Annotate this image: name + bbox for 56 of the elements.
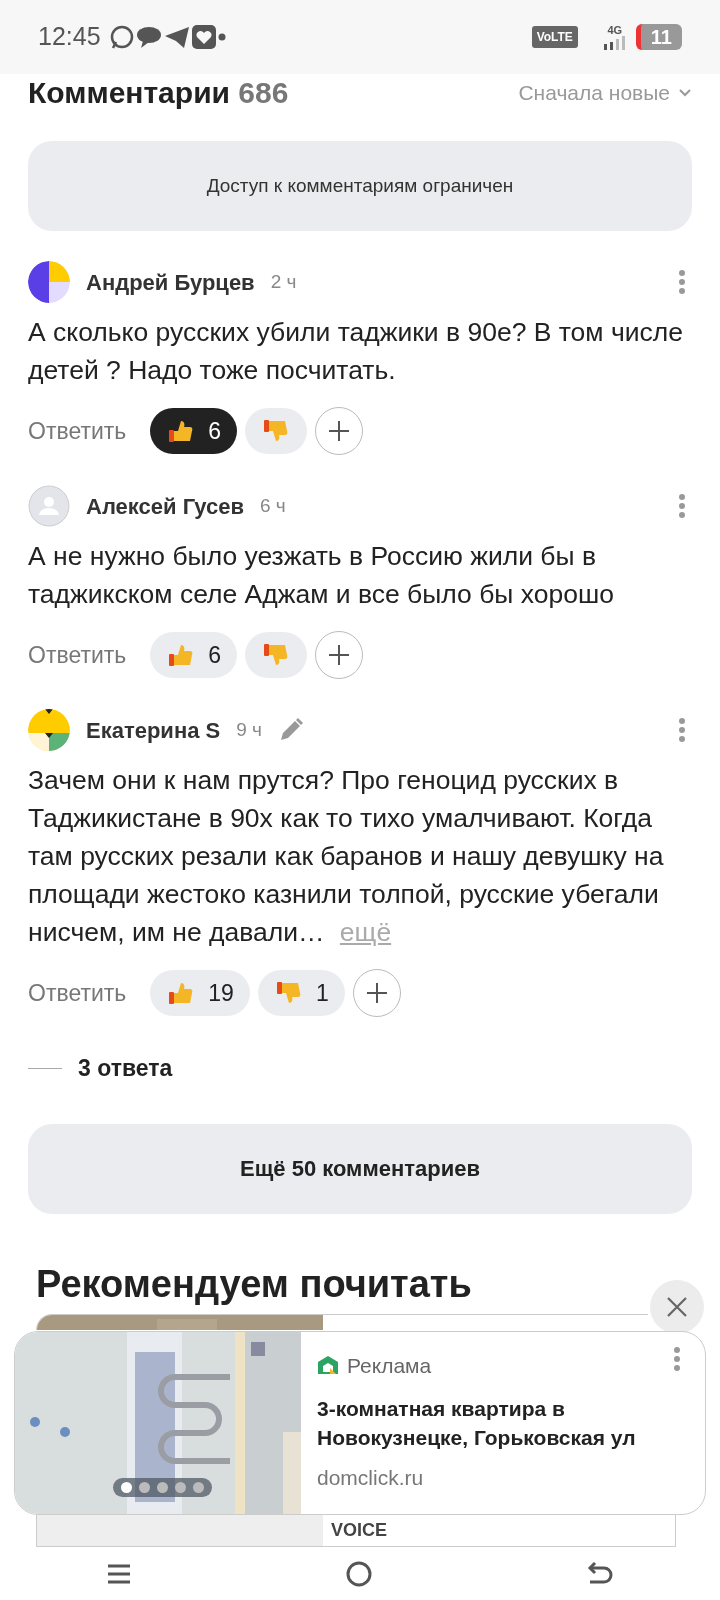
back-icon[interactable] [585,1562,614,1586]
replies-toggle[interactable]: 3 ответа [78,1051,173,1086]
reply-button[interactable]: Ответить [28,975,127,1011]
reply-button[interactable]: Ответить [28,413,127,449]
add-reaction-button[interactable] [315,407,364,455]
ad-label: Реклама [347,1353,432,1379]
menu-icon[interactable] [106,1563,133,1585]
close-icon [666,1296,688,1318]
section-heading: Рекомендуем почитать [36,1261,472,1306]
avatar [28,709,70,751]
carousel-indicator[interactable] [113,1478,212,1497]
close-button[interactable] [650,1280,704,1334]
source-name: VOICE [331,1519,387,1541]
comment-time: 6 ч [259,493,286,518]
speech-bubble-icon [134,24,163,50]
like-button[interactable]: 19 [150,970,250,1016]
comments-title: Комментарии 686 [28,75,289,111]
like-button[interactable]: 6 [150,408,238,454]
chat-icon [108,24,135,50]
author-name[interactable]: Андрей Бурцев [86,265,255,299]
comment-text: А не нужно было уезжать в Россию жили бы в таджикском селе Аджам и все было бы хорошо [28,540,615,611]
network-label: 4G [607,24,623,36]
comment-time: 9 ч [236,717,262,742]
dislike-button[interactable] [245,632,308,678]
author-name[interactable]: Алексей Гусев [86,489,244,523]
author-name[interactable]: Екатерина S [86,713,221,747]
reply-button[interactable]: Ответить [28,637,127,673]
battery-indicator: 11 [635,24,682,50]
add-reaction-button[interactable] [352,969,401,1017]
home-icon[interactable] [345,1560,373,1588]
clock: 12:45 [38,21,101,53]
house-icon [317,1354,339,1377]
notice-banner: Доступ к комментариям ограничен [28,141,692,231]
like-button[interactable]: 6 [150,632,238,678]
signal-icon [601,35,628,50]
comment-text: Зачем они к нам прутся? Про геноцид русских в Таджикистане в 90х как то тихо умалчивают. Когда там русских резали как баранов и нашу девушку на площади жестоко казнили толпой, русские убегали нисчем, им не давали… ещё [28,764,665,949]
plus-icon [365,982,388,1004]
comment-text: А сколько русских убили таджики в 90е? В том числе детей ? Надо тоже посчитать. [28,316,684,387]
ad-banner[interactable]: Реклама 3-комнатная квартира в Новокузнецке, Горьковская ул domclick.ru [14,1331,706,1515]
plus-icon [328,420,351,442]
add-reaction-button[interactable] [315,631,364,679]
volte-badge: VoLTE [531,26,578,48]
avatar [28,485,70,527]
comment-time: 2 ч [270,269,297,294]
ad-title: 3-комнатная квартира в Новокузнецке, Горьковская ул [317,1395,637,1451]
more-options-icon[interactable] [678,269,686,295]
ad-domain: domclick.ru [317,1464,425,1491]
more-options-icon[interactable] [678,717,686,743]
more-options-icon[interactable] [678,493,686,519]
dislike-button[interactable]: 1 [257,970,345,1016]
chevron-down-icon [678,87,692,98]
more-options-icon[interactable] [673,1346,681,1372]
avatar [28,261,70,303]
load-more-button[interactable]: Ещё 50 комментариев [28,1123,692,1214]
plus-icon [328,644,351,666]
dislike-button[interactable] [245,408,308,454]
